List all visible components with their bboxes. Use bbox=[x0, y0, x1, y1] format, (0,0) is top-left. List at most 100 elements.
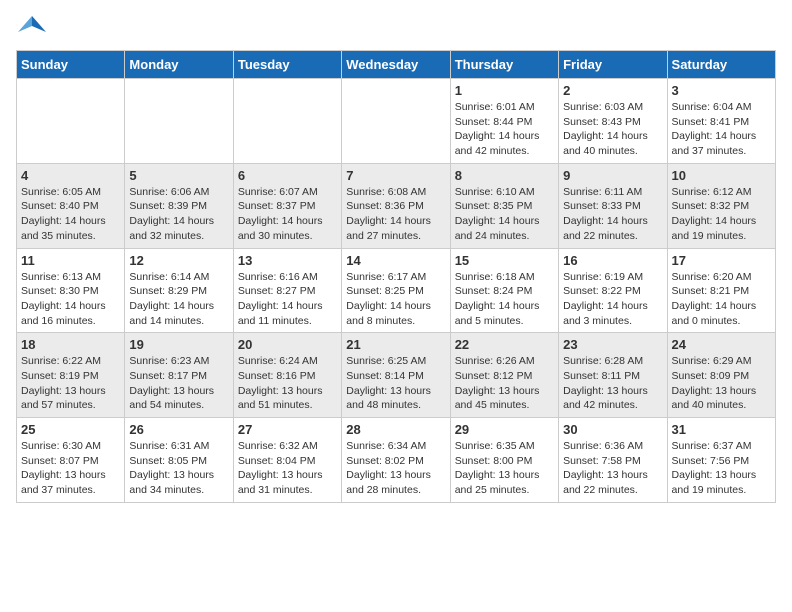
weekday-header-sunday: Sunday bbox=[17, 51, 125, 79]
day-info: Sunrise: 6:22 AM Sunset: 8:19 PM Dayligh… bbox=[21, 354, 120, 413]
day-info: Sunrise: 6:14 AM Sunset: 8:29 PM Dayligh… bbox=[129, 270, 228, 329]
day-number: 14 bbox=[346, 253, 445, 268]
day-number: 28 bbox=[346, 422, 445, 437]
day-info: Sunrise: 6:16 AM Sunset: 8:27 PM Dayligh… bbox=[238, 270, 337, 329]
week-row-5: 25 Sunrise: 6:30 AM Sunset: 8:07 PM Dayli… bbox=[17, 418, 776, 503]
day-cell: 3 Sunrise: 6:04 AM Sunset: 8:41 PM Daylig… bbox=[667, 79, 775, 164]
day-number: 4 bbox=[21, 168, 120, 183]
day-info: Sunrise: 6:04 AM Sunset: 8:41 PM Dayligh… bbox=[672, 100, 771, 159]
day-cell bbox=[125, 79, 233, 164]
day-number: 2 bbox=[563, 83, 662, 98]
day-info: Sunrise: 6:18 AM Sunset: 8:24 PM Dayligh… bbox=[455, 270, 554, 329]
week-row-3: 11Sunrise: 6:13 AM Sunset: 8:30 PM Dayli… bbox=[17, 248, 776, 333]
day-info: Sunrise: 6:34 AM Sunset: 8:02 PM Dayligh… bbox=[346, 439, 445, 498]
day-info: Sunrise: 6:06 AM Sunset: 8:39 PM Dayligh… bbox=[129, 185, 228, 244]
calendar-table: SundayMondayTuesdayWednesdayThursdayFrid… bbox=[16, 50, 776, 503]
day-cell: 1Sunrise: 6:01 AM Sunset: 8:44 PM Daylig… bbox=[450, 79, 558, 164]
day-number: 20 bbox=[238, 337, 337, 352]
day-cell: 27 Sunrise: 6:32 AM Sunset: 8:04 PM Dayli… bbox=[233, 418, 341, 503]
day-cell: 11Sunrise: 6:13 AM Sunset: 8:30 PM Dayli… bbox=[17, 248, 125, 333]
day-info: Sunrise: 6:13 AM Sunset: 8:30 PM Dayligh… bbox=[21, 270, 120, 329]
day-info: Sunrise: 6:32 AM Sunset: 8:04 PM Dayligh… bbox=[238, 439, 337, 498]
day-cell: 24 Sunrise: 6:29 AM Sunset: 8:09 PM Dayli… bbox=[667, 333, 775, 418]
weekday-header-wednesday: Wednesday bbox=[342, 51, 450, 79]
day-cell: 16 Sunrise: 6:19 AM Sunset: 8:22 PM Dayli… bbox=[559, 248, 667, 333]
day-number: 19 bbox=[129, 337, 228, 352]
week-row-4: 18 Sunrise: 6:22 AM Sunset: 8:19 PM Dayli… bbox=[17, 333, 776, 418]
weekday-header-monday: Monday bbox=[125, 51, 233, 79]
day-number: 18 bbox=[21, 337, 120, 352]
day-cell: 23 Sunrise: 6:28 AM Sunset: 8:11 PM Dayli… bbox=[559, 333, 667, 418]
weekday-header-tuesday: Tuesday bbox=[233, 51, 341, 79]
day-cell: 18 Sunrise: 6:22 AM Sunset: 8:19 PM Dayli… bbox=[17, 333, 125, 418]
day-cell: 13 Sunrise: 6:16 AM Sunset: 8:27 PM Dayli… bbox=[233, 248, 341, 333]
day-cell: 28 Sunrise: 6:34 AM Sunset: 8:02 PM Dayli… bbox=[342, 418, 450, 503]
day-number: 16 bbox=[563, 253, 662, 268]
day-info: Sunrise: 6:30 AM Sunset: 8:07 PM Dayligh… bbox=[21, 439, 120, 498]
day-cell: 6 Sunrise: 6:07 AM Sunset: 8:37 PM Daylig… bbox=[233, 163, 341, 248]
day-cell: 10 Sunrise: 6:12 AM Sunset: 8:32 PM Dayli… bbox=[667, 163, 775, 248]
day-number: 22 bbox=[455, 337, 554, 352]
day-cell: 25 Sunrise: 6:30 AM Sunset: 8:07 PM Dayli… bbox=[17, 418, 125, 503]
day-number: 13 bbox=[238, 253, 337, 268]
weekday-header-friday: Friday bbox=[559, 51, 667, 79]
day-info: Sunrise: 6:12 AM Sunset: 8:32 PM Dayligh… bbox=[672, 185, 771, 244]
day-info: Sunrise: 6:05 AM Sunset: 8:40 PM Dayligh… bbox=[21, 185, 120, 244]
day-number: 25 bbox=[21, 422, 120, 437]
day-info: Sunrise: 6:28 AM Sunset: 8:11 PM Dayligh… bbox=[563, 354, 662, 413]
day-info: Sunrise: 6:36 AM Sunset: 7:58 PM Dayligh… bbox=[563, 439, 662, 498]
day-number: 15 bbox=[455, 253, 554, 268]
day-number: 1 bbox=[455, 83, 554, 98]
day-info: Sunrise: 6:08 AM Sunset: 8:36 PM Dayligh… bbox=[346, 185, 445, 244]
day-number: 21 bbox=[346, 337, 445, 352]
day-number: 24 bbox=[672, 337, 771, 352]
weekday-header-thursday: Thursday bbox=[450, 51, 558, 79]
day-cell: 21 Sunrise: 6:25 AM Sunset: 8:14 PM Dayli… bbox=[342, 333, 450, 418]
week-row-2: 4 Sunrise: 6:05 AM Sunset: 8:40 PM Daylig… bbox=[17, 163, 776, 248]
day-info: Sunrise: 6:31 AM Sunset: 8:05 PM Dayligh… bbox=[129, 439, 228, 498]
day-cell: 8 Sunrise: 6:10 AM Sunset: 8:35 PM Daylig… bbox=[450, 163, 558, 248]
day-cell: 20 Sunrise: 6:24 AM Sunset: 8:16 PM Dayli… bbox=[233, 333, 341, 418]
day-number: 9 bbox=[563, 168, 662, 183]
day-cell: 2 Sunrise: 6:03 AM Sunset: 8:43 PM Daylig… bbox=[559, 79, 667, 164]
day-info: Sunrise: 6:07 AM Sunset: 8:37 PM Dayligh… bbox=[238, 185, 337, 244]
day-cell: 22 Sunrise: 6:26 AM Sunset: 8:12 PM Dayli… bbox=[450, 333, 558, 418]
day-cell bbox=[342, 79, 450, 164]
day-info: Sunrise: 6:37 AM Sunset: 7:56 PM Dayligh… bbox=[672, 439, 771, 498]
day-cell: 7Sunrise: 6:08 AM Sunset: 8:36 PM Daylig… bbox=[342, 163, 450, 248]
weekday-header-saturday: Saturday bbox=[667, 51, 775, 79]
day-number: 31 bbox=[672, 422, 771, 437]
day-number: 10 bbox=[672, 168, 771, 183]
day-number: 23 bbox=[563, 337, 662, 352]
day-info: Sunrise: 6:25 AM Sunset: 8:14 PM Dayligh… bbox=[346, 354, 445, 413]
day-info: Sunrise: 6:17 AM Sunset: 8:25 PM Dayligh… bbox=[346, 270, 445, 329]
day-info: Sunrise: 6:03 AM Sunset: 8:43 PM Dayligh… bbox=[563, 100, 662, 159]
day-number: 30 bbox=[563, 422, 662, 437]
day-number: 3 bbox=[672, 83, 771, 98]
day-cell: 4 Sunrise: 6:05 AM Sunset: 8:40 PM Daylig… bbox=[17, 163, 125, 248]
day-number: 17 bbox=[672, 253, 771, 268]
week-row-1: 1Sunrise: 6:01 AM Sunset: 8:44 PM Daylig… bbox=[17, 79, 776, 164]
day-number: 27 bbox=[238, 422, 337, 437]
day-cell: 15 Sunrise: 6:18 AM Sunset: 8:24 PM Dayli… bbox=[450, 248, 558, 333]
day-info: Sunrise: 6:19 AM Sunset: 8:22 PM Dayligh… bbox=[563, 270, 662, 329]
day-number: 8 bbox=[455, 168, 554, 183]
day-number: 12 bbox=[129, 253, 228, 268]
day-cell: 19 Sunrise: 6:23 AM Sunset: 8:17 PM Dayli… bbox=[125, 333, 233, 418]
day-number: 6 bbox=[238, 168, 337, 183]
day-cell: 17 Sunrise: 6:20 AM Sunset: 8:21 PM Dayli… bbox=[667, 248, 775, 333]
header bbox=[16, 16, 776, 40]
day-cell: 9 Sunrise: 6:11 AM Sunset: 8:33 PM Daylig… bbox=[559, 163, 667, 248]
day-info: Sunrise: 6:23 AM Sunset: 8:17 PM Dayligh… bbox=[129, 354, 228, 413]
logo-icon bbox=[18, 12, 46, 40]
day-number: 29 bbox=[455, 422, 554, 437]
day-info: Sunrise: 6:10 AM Sunset: 8:35 PM Dayligh… bbox=[455, 185, 554, 244]
day-cell: 5Sunrise: 6:06 AM Sunset: 8:39 PM Daylig… bbox=[125, 163, 233, 248]
day-info: Sunrise: 6:26 AM Sunset: 8:12 PM Dayligh… bbox=[455, 354, 554, 413]
day-info: Sunrise: 6:29 AM Sunset: 8:09 PM Dayligh… bbox=[672, 354, 771, 413]
day-cell: 31 Sunrise: 6:37 AM Sunset: 7:56 PM Dayli… bbox=[667, 418, 775, 503]
day-info: Sunrise: 6:11 AM Sunset: 8:33 PM Dayligh… bbox=[563, 185, 662, 244]
day-info: Sunrise: 6:20 AM Sunset: 8:21 PM Dayligh… bbox=[672, 270, 771, 329]
logo bbox=[16, 16, 46, 40]
day-info: Sunrise: 6:24 AM Sunset: 8:16 PM Dayligh… bbox=[238, 354, 337, 413]
